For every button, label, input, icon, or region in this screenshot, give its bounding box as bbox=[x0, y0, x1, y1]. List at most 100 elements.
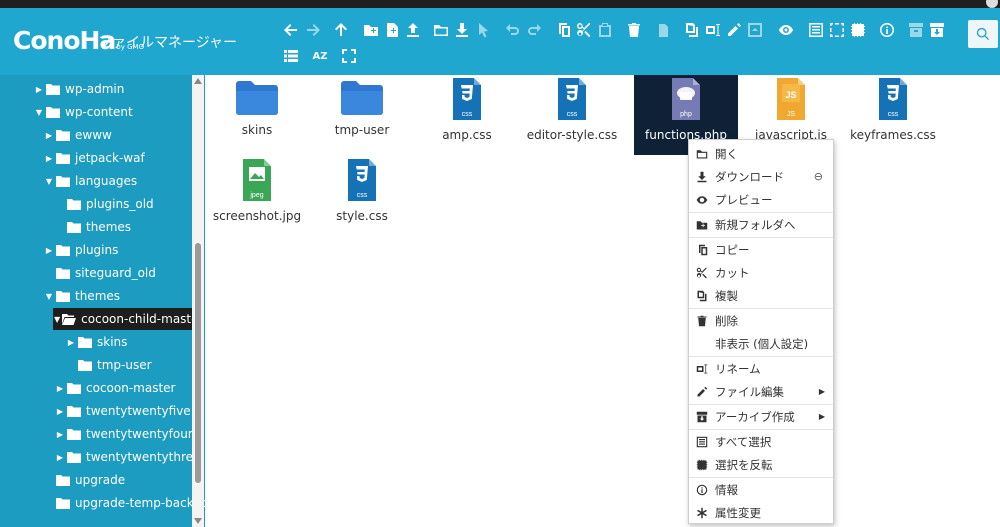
up-folder-icon[interactable] bbox=[331, 20, 351, 40]
menu-cut[interactable]: カット bbox=[689, 261, 833, 284]
fullscreen-icon[interactable] bbox=[339, 46, 359, 66]
file-name: editor-style.css bbox=[526, 128, 618, 142]
menu-chmod[interactable]: 属性変更 bbox=[689, 501, 833, 524]
tree-item[interactable]: ▶ twentytwentythree bbox=[55, 446, 200, 468]
menu-invert-selection[interactable]: 選択を反転 bbox=[689, 453, 833, 476]
expand-caret-icon[interactable]: ▶ bbox=[66, 338, 76, 347]
expand-caret-icon[interactable]: ▶ bbox=[44, 154, 54, 163]
menu-copy[interactable]: コピー bbox=[689, 238, 833, 261]
preview-eye-icon[interactable] bbox=[776, 20, 796, 40]
menu-duplicate[interactable]: 複製 bbox=[689, 284, 833, 307]
tree-item[interactable]: upgrade-temp-backup bbox=[44, 492, 205, 514]
tree-item[interactable]: ▶ skins bbox=[66, 331, 127, 353]
tree-item[interactable]: themes bbox=[55, 216, 131, 238]
submenu-arrow-icon: ▶ bbox=[818, 387, 825, 396]
menu-preview[interactable]: プレビュー bbox=[689, 188, 833, 211]
menu-open[interactable]: 開く bbox=[689, 142, 833, 165]
extract-archive-icon[interactable] bbox=[906, 20, 926, 40]
select-none-icon[interactable] bbox=[827, 20, 847, 40]
select-all-icon[interactable] bbox=[806, 20, 826, 40]
menu-edit-file[interactable]: ファイル編集 ▶ bbox=[689, 380, 833, 403]
download-icon[interactable] bbox=[452, 20, 472, 40]
tree-scrollbar[interactable] bbox=[192, 75, 204, 527]
php-file-icon: php bbox=[672, 78, 700, 120]
scroll-thumb[interactable] bbox=[195, 243, 201, 483]
duplicate-icon[interactable] bbox=[682, 20, 702, 40]
trash-icon[interactable] bbox=[653, 20, 673, 40]
menu-info[interactable]: 情報 bbox=[689, 478, 833, 501]
sort-az-icon[interactable]: AZ bbox=[310, 46, 330, 66]
link-icon[interactable]: ⊖ bbox=[814, 170, 823, 183]
tree-item[interactable]: ▶ ewww bbox=[44, 124, 112, 146]
collapse-caret-icon[interactable]: ▼ bbox=[44, 292, 54, 301]
copy-icon[interactable] bbox=[553, 20, 573, 40]
tree-item[interactable]: plugins_old bbox=[55, 193, 154, 215]
expand-caret-icon[interactable]: ▶ bbox=[55, 384, 65, 393]
tree-item[interactable]: ▶ cocoon-master bbox=[55, 377, 176, 399]
window-top-strip bbox=[0, 0, 1000, 8]
tree-item[interactable]: ▶ plugins bbox=[44, 239, 118, 261]
tree-item[interactable]: ▶ twentytwentyfive bbox=[55, 400, 191, 422]
delete-icon[interactable] bbox=[624, 20, 644, 40]
menu-hide[interactable]: 非表示 (個人設定) bbox=[689, 332, 833, 355]
tree-item[interactable]: ▶ wp-admin bbox=[34, 78, 124, 100]
scroll-up-icon[interactable] bbox=[194, 78, 202, 84]
new-folder-icon[interactable] bbox=[361, 20, 381, 40]
file-item[interactable]: css keyframes.css bbox=[841, 75, 945, 155]
collapse-caret-icon[interactable]: ▼ bbox=[34, 108, 44, 117]
paste-icon[interactable] bbox=[595, 20, 615, 40]
expand-caret-icon[interactable]: ▶ bbox=[55, 453, 65, 462]
open-folder-icon[interactable] bbox=[431, 20, 451, 40]
tree-item[interactable]: ▶ jetpack-waf bbox=[44, 147, 145, 169]
file-item[interactable]: css editor-style.css bbox=[520, 75, 624, 155]
tree-item[interactable]: siteguard_old bbox=[44, 262, 156, 284]
scroll-down-icon[interactable] bbox=[194, 518, 202, 524]
file-item[interactable]: css amp.css bbox=[415, 75, 519, 155]
expand-caret-icon[interactable]: ▶ bbox=[55, 407, 65, 416]
file-name: keyframes.css bbox=[850, 128, 936, 142]
select-pointer-icon[interactable] bbox=[473, 20, 493, 40]
menu-select-all[interactable]: すべて選択 bbox=[689, 430, 833, 453]
new-file-icon[interactable] bbox=[382, 20, 402, 40]
file-item[interactable]: tmp-user bbox=[310, 75, 414, 155]
undo-icon[interactable] bbox=[503, 20, 523, 40]
view-list-icon[interactable] bbox=[281, 46, 301, 66]
search-button[interactable] bbox=[968, 20, 998, 48]
menu-delete[interactable]: 削除 bbox=[689, 309, 833, 332]
rename-icon[interactable] bbox=[703, 20, 723, 40]
invert-selection-icon[interactable] bbox=[848, 20, 868, 40]
menu-download[interactable]: ダウンロード ⊖ bbox=[689, 165, 833, 188]
file-item[interactable]: jpeg screenshot.jpg bbox=[205, 156, 309, 236]
menu-new-folder[interactable]: 新規フォルダへ bbox=[689, 213, 833, 236]
upload-icon[interactable] bbox=[403, 20, 423, 40]
edit-icon[interactable] bbox=[724, 20, 744, 40]
tree-item[interactable]: tmp-user bbox=[66, 354, 152, 376]
menu-rename[interactable]: リネーム bbox=[689, 357, 833, 380]
file-item[interactable]: skins bbox=[205, 75, 309, 155]
tree-item[interactable]: ▶ twentytwentyfour bbox=[55, 423, 193, 445]
tree-item[interactable]: ▼ cocoon-child-master bbox=[53, 308, 203, 330]
forward-icon[interactable] bbox=[303, 20, 323, 40]
create-archive-icon[interactable] bbox=[927, 20, 947, 40]
expand-caret-icon[interactable]: ▶ bbox=[55, 430, 65, 439]
tree-item[interactable]: upgrade bbox=[44, 469, 125, 491]
expand-caret-icon[interactable]: ▶ bbox=[44, 131, 54, 140]
file-item[interactable]: css style.css bbox=[310, 156, 414, 236]
expand-caret-icon[interactable]: ▶ bbox=[44, 246, 54, 255]
folder-icon bbox=[67, 198, 81, 210]
tree-item[interactable]: ▼ wp-content bbox=[34, 101, 133, 123]
tree-item-label: siteguard_old bbox=[75, 266, 156, 280]
redo-icon[interactable] bbox=[524, 20, 544, 40]
expand-caret-icon[interactable]: ▶ bbox=[34, 85, 44, 94]
menu-archive[interactable]: アーカイブ作成 ▶ bbox=[689, 405, 833, 428]
collapse-caret-icon[interactable]: ▼ bbox=[54, 315, 60, 324]
window-control-icon[interactable] bbox=[986, 0, 998, 8]
cut-icon[interactable] bbox=[574, 20, 594, 40]
tree-item[interactable]: ▼ themes bbox=[44, 285, 120, 307]
info-icon[interactable] bbox=[877, 20, 897, 40]
back-icon[interactable] bbox=[281, 20, 301, 40]
resize-icon[interactable] bbox=[745, 20, 765, 40]
menu-delete-label: 削除 bbox=[715, 313, 738, 328]
tree-item[interactable]: ▼ languages bbox=[44, 170, 137, 192]
collapse-caret-icon[interactable]: ▼ bbox=[44, 177, 54, 186]
